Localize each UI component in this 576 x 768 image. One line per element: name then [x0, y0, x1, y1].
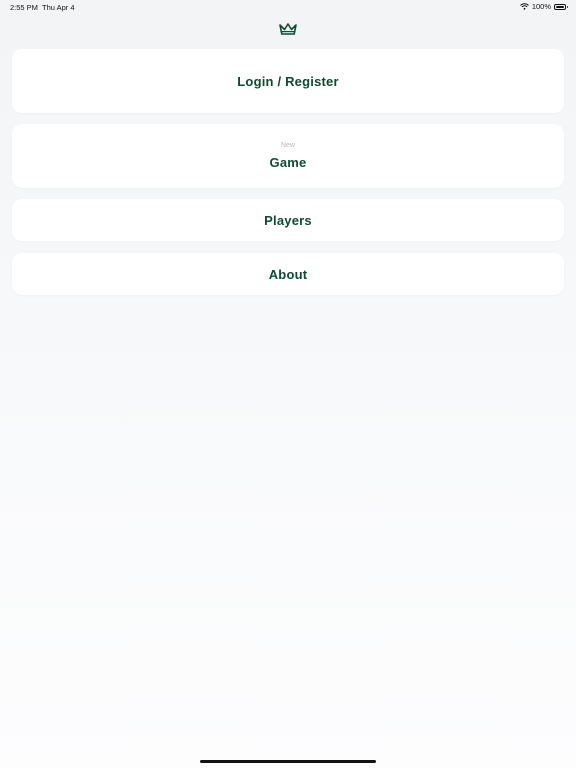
status-date: Thu Apr 4	[42, 3, 75, 12]
status-indicators: 100%	[519, 2, 568, 11]
home-indicator[interactable]	[200, 760, 376, 763]
wifi-icon	[519, 3, 529, 10]
login-register-button[interactable]: Login / Register	[12, 49, 564, 113]
about-label: About	[268, 266, 308, 282]
status-bar: 2:55 PM Thu Apr 4 100%	[0, 0, 576, 14]
crown-icon	[279, 23, 297, 35]
new-game-sublabel: New	[280, 142, 295, 149]
battery-icon	[554, 3, 568, 10]
players-label: Players	[264, 212, 312, 228]
about-button[interactable]: About	[12, 253, 564, 295]
login-register-label: Login / Register	[237, 73, 339, 89]
new-game-button[interactable]: New Game	[12, 124, 564, 188]
status-time: 2:55 PM	[10, 3, 38, 12]
battery-percent: 100%	[531, 2, 551, 11]
players-button[interactable]: Players	[12, 199, 564, 241]
new-game-label: Game	[269, 155, 307, 170]
